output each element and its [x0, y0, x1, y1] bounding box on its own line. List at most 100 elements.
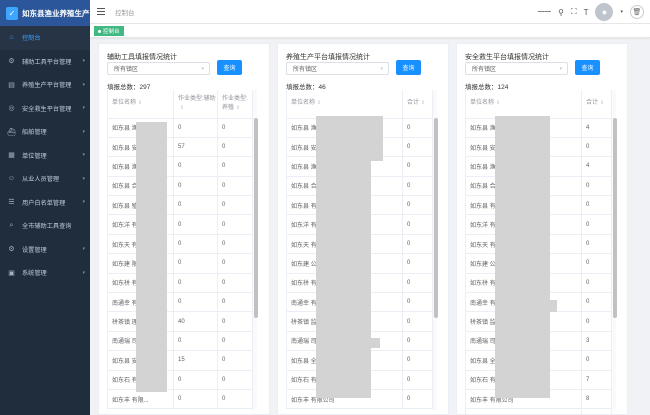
sidebar-item-6[interactable]: ☺ 从业人员管理 ▾ [0, 167, 90, 191]
table-cell: 0 [581, 253, 612, 274]
table-row[interactable]: 如东栟 有限... 0 0 [107, 273, 253, 294]
table-cell: 8 [581, 389, 612, 410]
table-cell: 0 [581, 292, 612, 313]
sort-icon[interactable]: ⇕ [600, 100, 604, 106]
column-header[interactable]: 单位名称 ⇕ [286, 90, 403, 119]
column-header[interactable]: 合计 ⇕ [581, 90, 612, 119]
sort-icon[interactable]: ⇕ [138, 100, 142, 106]
table-row[interactable]: 如东县 渔沐... 0 0 [107, 156, 253, 177]
table-cell: 0 [217, 273, 253, 294]
table-row[interactable]: 如东县 合作社 0 0 [107, 176, 253, 197]
column-header[interactable]: 作业类型:养殖 ⇕ [217, 90, 253, 119]
table-cell: 15 [173, 350, 218, 371]
scrollbar-thumb[interactable] [433, 118, 438, 318]
breadcrumb[interactable]: 控制台 [115, 7, 135, 17]
app-logo[interactable]: ✓ 如东县渔业养殖生产... [0, 0, 90, 26]
sidebar-item-9[interactable]: ⚙ 设置管理 ▾ [0, 238, 90, 262]
table-row[interactable]: 如东县 殖有... 0 0 [107, 195, 253, 216]
chevron-down-icon: ▾ [82, 269, 85, 276]
panel-title: 安全救生平台填报情况统计 [465, 54, 549, 61]
redaction-block [527, 116, 549, 161]
table-cell: 0 [402, 195, 433, 216]
table-row[interactable]: 如东建 限公司 0 0 [107, 253, 253, 274]
sidebar-item-label: 用户白名单管理 [22, 199, 66, 207]
scrollbar-thumb[interactable] [253, 118, 258, 318]
search-icon[interactable]: ⚲ [558, 8, 564, 17]
table-cell: 0 [173, 292, 218, 313]
table-cell: 0 [402, 370, 433, 390]
sidebar-item-0[interactable]: ⌂ 控制台 [0, 26, 90, 50]
sidebar-item-label: 控制台 [22, 35, 41, 43]
ship-icon: ⛴ [7, 128, 16, 136]
building-icon: ▦ [8, 152, 15, 160]
table-row[interactable]: 栟茶镇 理监... 40 0 [107, 311, 253, 332]
table-row[interactable]: 南通幸 有限... 0 0 [107, 292, 253, 313]
sidebar-item-3[interactable]: ◎ 安全救生平台管理 ▾ [0, 97, 90, 121]
table-row[interactable]: 南通瑞 司00 [107, 331, 253, 352]
sidebar-item-5[interactable]: ▦ 单位管理 ▾ [0, 144, 90, 168]
font-size-icon[interactable]: T [584, 8, 589, 17]
table-cell: 0 [173, 176, 218, 197]
sort-icon[interactable]: ⇕ [236, 105, 240, 111]
active-dot-icon [98, 29, 101, 33]
table-cell: 0 [402, 331, 433, 352]
sort-icon[interactable]: ⇕ [421, 100, 425, 106]
table-row[interactable]: 如东洋 有限... 0 0 [107, 214, 253, 235]
redaction-block [136, 122, 167, 392]
chevron-down-icon[interactable]: ▾ [620, 9, 623, 15]
table-row[interactable]: 如东县 安全... 15 0 [107, 350, 253, 371]
sidebar-item-10[interactable]: ▣ 系统管理 ▾ [0, 261, 90, 285]
tag-dashboard[interactable]: 控制台 [94, 26, 124, 36]
table-row[interactable]: 如东县 安全... 57 0 [107, 137, 253, 158]
scrollbar-thumb[interactable] [612, 118, 617, 318]
district-select[interactable]: 所有镇区 ▾ [107, 62, 210, 75]
sidebar-item-2[interactable]: ▤ 养殖生产平台管理 ▾ [0, 73, 90, 97]
table-row[interactable]: 如东三 有限公司9 [465, 408, 612, 414]
header-badge: ━━━━ [537, 9, 552, 15]
trash-icon[interactable]: 🗑 [630, 5, 644, 19]
redaction-block [539, 300, 557, 312]
menu-toggle-icon[interactable] [97, 8, 105, 15]
column-header[interactable]: 单位名称 ⇕ [465, 90, 582, 119]
table-cell: 0 [173, 195, 218, 216]
table-cell: 3 [581, 331, 612, 352]
chevron-down-icon: ▾ [82, 105, 85, 112]
column-header[interactable]: 作业类型:辅助⇕ [173, 90, 218, 119]
table-cell: 如东丰 有限... [107, 389, 174, 410]
avatar[interactable]: ● [595, 3, 614, 21]
sidebar-item-8[interactable]: ⌕ 全市辅助工具查询 [0, 214, 90, 238]
table-cell: 0 [402, 273, 433, 294]
sort-icon[interactable]: ⇕ [180, 105, 184, 111]
district-select[interactable]: 所有镇区 ▾ [465, 62, 568, 75]
sort-icon[interactable]: ⇕ [496, 100, 500, 106]
sidebar-item-4[interactable]: ⛴ 船舶管理 ▾ [0, 120, 90, 144]
column-header[interactable]: 单位名称 ⇕ [107, 90, 174, 119]
sidebar-item-7[interactable]: ☰ 用户白名单管理 ▾ [0, 191, 90, 215]
sort-icon[interactable]: ⇕ [317, 100, 321, 106]
scrollbar[interactable] [611, 90, 617, 410]
table-cell: 0 [402, 137, 433, 158]
table-row[interactable]: 如东县 渔沐... 0 0 [107, 118, 253, 138]
table-row[interactable]: 如东石 有限... 0 0 [107, 370, 253, 390]
table-row[interactable]: 如东丰 有限... 0 0 [107, 389, 253, 410]
column-header[interactable]: 合计 ⇕ [402, 90, 433, 119]
table-cell: 0 [402, 118, 433, 138]
query-button[interactable]: 查询 [217, 60, 242, 75]
sidebar-item-1[interactable]: ⚙ 辅助工具平台管理 ▾ [0, 50, 90, 74]
district-select[interactable]: 所有镇区 ▾ [286, 62, 389, 75]
system-icon: ▣ [8, 269, 15, 277]
query-button[interactable]: 查询 [575, 60, 600, 75]
scrollbar[interactable] [252, 90, 258, 410]
gear-icon: ⚙ [8, 246, 15, 254]
table-cell: 0 [402, 253, 433, 274]
query-button[interactable]: 查询 [396, 60, 421, 75]
table-row[interactable]: 如东天 有限... 0 0 [107, 234, 253, 255]
table-cell: 0 [217, 370, 253, 390]
table-cell: 0 [217, 331, 253, 352]
table-cell: 0 [581, 311, 612, 332]
fullscreen-icon[interactable]: ⛶ [571, 7, 577, 17]
scrollbar[interactable] [432, 90, 438, 410]
table-cell: 0 [173, 389, 218, 410]
select-value: 所有镇区 [472, 67, 497, 73]
panel-title: 辅助工具填报情况统计 [107, 54, 177, 61]
